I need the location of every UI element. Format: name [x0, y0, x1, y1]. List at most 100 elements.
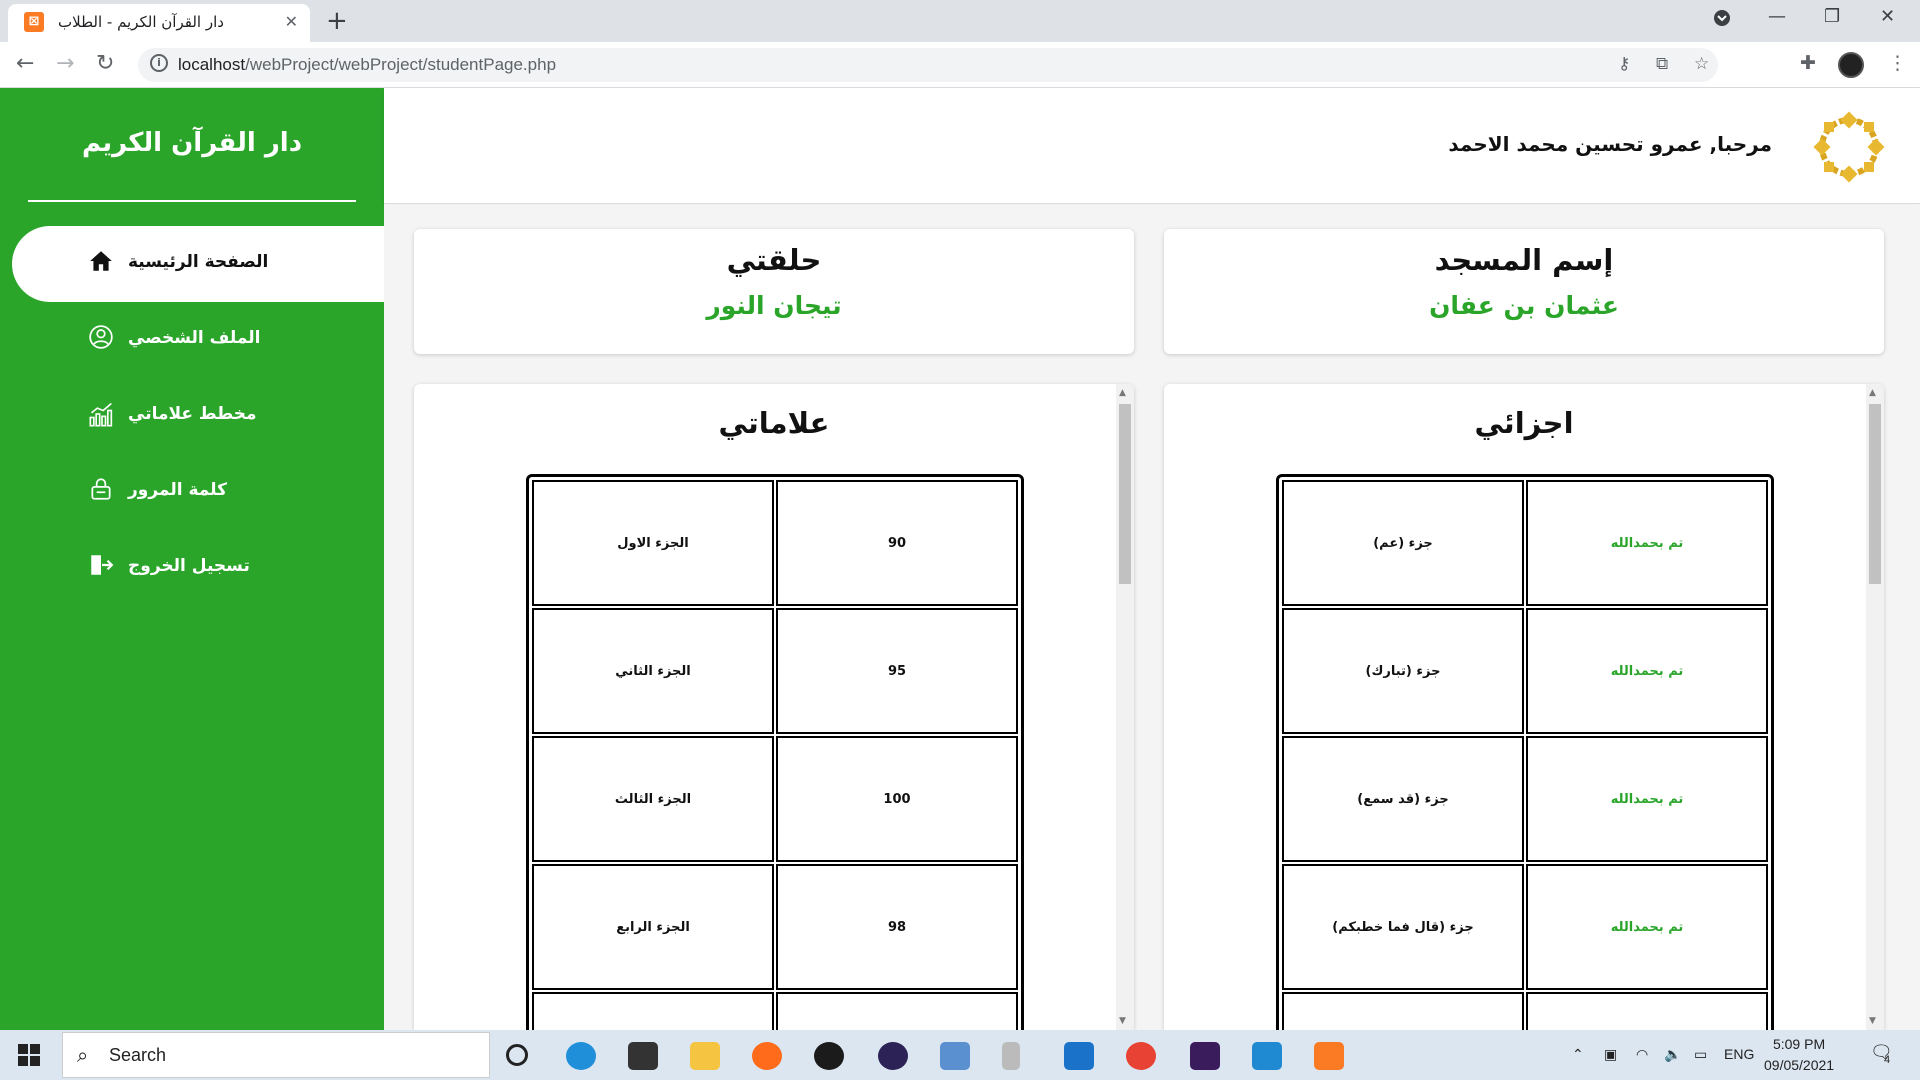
sidebar-item-label: مخطط علاماتي	[128, 404, 257, 424]
chrome-icon[interactable]	[1126, 1042, 1156, 1070]
vscode-icon[interactable]	[1252, 1042, 1282, 1070]
parts-table: جزء (عم) تم بحمدالله جزء (تبارك) تم بحمد…	[1276, 474, 1774, 1030]
store-icon[interactable]	[628, 1042, 658, 1070]
scroll-up-icon[interactable]: ▲	[1869, 388, 1876, 398]
tab-search-icon[interactable]	[1712, 8, 1732, 33]
chevron-up-icon[interactable]: ⌃	[1572, 1046, 1584, 1063]
window-close-button[interactable]: ✕	[1880, 6, 1895, 27]
menu-icon[interactable]: ⋮	[1888, 52, 1907, 74]
part-name-cell: جزء (تبارك)	[1282, 608, 1524, 734]
parts-title: اجزائي	[1474, 406, 1574, 440]
home-icon	[88, 248, 114, 274]
new-tab-button[interactable]: +	[326, 6, 348, 36]
sidebar-item-password[interactable]: كلمة المرور	[0, 454, 384, 530]
wifi-icon[interactable]: ◠	[1636, 1046, 1648, 1063]
tab-close-icon[interactable]: ✕	[285, 12, 298, 31]
eclipse-icon[interactable]	[878, 1042, 908, 1070]
table-row: الجزء الثالث 100	[532, 736, 1018, 862]
battery-icon[interactable]: ▭	[1694, 1046, 1707, 1063]
mosque-value: عثمان بن عفان	[1429, 291, 1619, 320]
reload-icon[interactable]: ↻	[96, 51, 114, 76]
translate-icon[interactable]: ⧉	[1656, 54, 1668, 74]
browser-toolbar: ← → ↻ i localhost/webProject/webProject/…	[0, 42, 1920, 88]
intellij-icon[interactable]	[814, 1042, 844, 1070]
sidebar-item-profile[interactable]: الملف الشخصي	[0, 302, 384, 378]
bookmark-star-icon[interactable]: ☆	[1694, 54, 1709, 74]
logout-icon	[88, 552, 114, 578]
maximize-button[interactable]: ❐	[1824, 6, 1840, 27]
part-name-cell	[1282, 992, 1524, 1030]
sidebar-item-home[interactable]: الصفحة الرئيسية	[12, 226, 384, 302]
xampp-favicon-icon: ⊠	[24, 12, 44, 32]
key-icon[interactable]: ⚷	[1618, 54, 1630, 74]
device-icon[interactable]	[1002, 1042, 1020, 1070]
grade-cell: 90	[776, 480, 1018, 606]
notification-count: 4	[1884, 1054, 1891, 1066]
phpstorm-icon[interactable]	[1190, 1042, 1220, 1070]
table-row: الجزء الثاني 95	[532, 608, 1018, 734]
grades-card: علاماتي الجزء الاول 90 الجزء الثاني 95 ا…	[414, 384, 1134, 1030]
taskbar-search[interactable]: ⌕ Search	[62, 1032, 490, 1078]
scroll-down-icon[interactable]: ▼	[1119, 1016, 1126, 1026]
lock-icon	[88, 476, 114, 502]
part-name-cell: جزء (عم)	[1282, 480, 1524, 606]
circle-value: تيجان النور	[706, 291, 842, 320]
tab-title: دار القرآن الكريم - الطلاب	[58, 13, 224, 31]
forward-icon[interactable]: →	[56, 51, 74, 76]
sidebar-item-grades-chart[interactable]: مخطط علاماتي	[0, 378, 384, 454]
minimize-button[interactable]: —	[1768, 6, 1786, 27]
file-explorer-icon[interactable]	[690, 1042, 720, 1070]
part-name-cell: الجزء الاول	[532, 480, 774, 606]
sidebar-item-label: الصفحة الرئيسية	[128, 252, 269, 272]
browser-tab-bar: ⊠ دار القرآن الكريم - الطلاب ✕ + — ❐ ✕	[0, 0, 1920, 42]
extensions-icon[interactable]: ✚	[1800, 52, 1816, 74]
firefox-icon[interactable]	[752, 1042, 782, 1070]
url-text[interactable]: localhost/webProject/webProject/studentP…	[178, 55, 556, 75]
sidebar-item-label: تسجيل الخروج	[128, 556, 250, 576]
scrollbar-thumb[interactable]	[1869, 404, 1881, 584]
profile-avatar[interactable]	[1838, 52, 1864, 78]
clock[interactable]: 5:09 PM 09/05/2021	[1764, 1034, 1834, 1076]
back-icon[interactable]: ←	[16, 51, 34, 76]
windows-start-icon[interactable]	[18, 1044, 40, 1070]
meet-now-icon[interactable]: ▣	[1604, 1046, 1617, 1063]
part-name-cell: الجزء الثالث	[532, 736, 774, 862]
taskbar: ⌕ Search ⌃ ▣ ◠ 🔈 ▭ ENG 5:09 PM 09/05/202…	[0, 1030, 1920, 1080]
scroll-up-icon[interactable]: ▲	[1119, 388, 1126, 398]
chart-icon	[88, 400, 114, 427]
table-row: الجزء الاول 90	[532, 480, 1018, 606]
part-name-cell: جزء (قال فما خطبكم)	[1282, 864, 1524, 990]
taskbar-search-label: Search	[109, 1045, 167, 1065]
sidebar-item-logout[interactable]: تسجيل الخروج	[0, 530, 384, 606]
edge-icon[interactable]	[566, 1042, 596, 1070]
browser-tab[interactable]: ⊠ دار القرآن الكريم - الطلاب ✕	[8, 4, 310, 42]
logo-icon	[1812, 110, 1886, 184]
parts-scrollbar[interactable]: ▲ ▼	[1866, 384, 1884, 1030]
table-row: جزء (قال فما خطبكم) تم بحمدالله	[1282, 864, 1768, 990]
language-indicator[interactable]: ENG	[1724, 1046, 1754, 1062]
parts-card: اجزائي جزء (عم) تم بحمدالله جزء (تبارك) …	[1164, 384, 1884, 1030]
grades-scrollbar[interactable]: ▲ ▼	[1116, 384, 1134, 1030]
top-header: مرحبا, عمرو تحسين محمد الاحمد	[384, 88, 1920, 204]
table-row: الجزء الرابع 98	[532, 864, 1018, 990]
table-row	[532, 992, 1018, 1030]
scroll-down-icon[interactable]: ▼	[1869, 1016, 1876, 1026]
task-view-icon[interactable]	[506, 1044, 528, 1066]
mail-icon[interactable]	[1064, 1042, 1094, 1070]
xampp-icon[interactable]	[1314, 1042, 1344, 1070]
sidebar-divider	[28, 200, 356, 202]
clock-date: 09/05/2021	[1764, 1057, 1835, 1073]
search-icon: ⌕	[77, 1043, 89, 1067]
table-row	[1282, 992, 1768, 1030]
part-status-cell: تم بحمدالله	[1526, 608, 1768, 734]
welcome-greeting: مرحبا, عمرو تحسين محمد الاحمد	[1448, 132, 1772, 156]
part-status-cell: تم بحمدالله	[1526, 736, 1768, 862]
scrollbar-thumb[interactable]	[1119, 404, 1131, 584]
site-info-icon[interactable]: i	[150, 54, 168, 72]
grade-cell: 100	[776, 736, 1018, 862]
main-content: إسم المسجد عثمان بن عفان حلقتي تيجان الن…	[384, 205, 1920, 1030]
address-bar[interactable]: i localhost/webProject/webProject/studen…	[138, 48, 1718, 82]
virtualbox-icon[interactable]	[940, 1042, 970, 1070]
grades-title: علاماتي	[718, 406, 830, 440]
volume-icon[interactable]: 🔈	[1664, 1046, 1681, 1063]
